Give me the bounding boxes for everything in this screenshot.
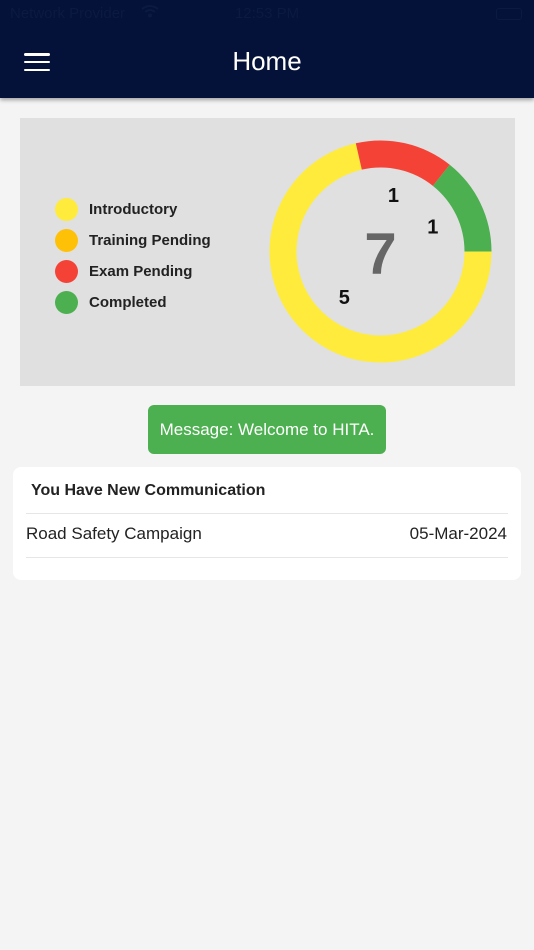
legend-label: Exam Pending [89,263,193,280]
status-bar: Network Provider 12:53 PM [0,0,534,28]
welcome-message: Message: Welcome to HITA. [148,405,386,454]
legend-color-dot [55,229,78,252]
donut-chart: 5 1 1 7 [269,140,492,363]
page-title: Home [232,46,302,76]
legend-color-dot [55,291,78,314]
legend-label: Training Pending [89,232,211,249]
donut-center-total: 7 [364,222,396,287]
donut-slice-completed [432,164,492,252]
donut-slice-exam-pending [355,140,450,186]
communication-item-date: 05-Mar-2024 [409,524,507,543]
app-header: Network Provider 12:53 PM Home [0,0,534,98]
donut-value-label: 5 [339,287,350,309]
communication-item-title: Road Safety Campaign [26,524,202,543]
donut-value-label: 1 [388,185,399,207]
legend-color-dot [55,260,78,283]
legend-item: Exam Pending [55,256,211,287]
legend-color-dot [55,198,78,221]
donut-value-label: 1 [427,216,438,238]
legend-item: Completed [55,287,211,318]
status-chart-card: Introductory Training Pending Exam Pending… [20,118,515,386]
divider [26,557,508,558]
legend-label: Introductory [89,201,178,218]
legend-item: Introductory [55,194,211,225]
legend-label: Completed [89,294,167,311]
legend-item: Training Pending [55,225,211,256]
communication-card: You Have New Communication Road Safety C… [13,467,521,580]
status-time: 12:53 PM [234,5,300,22]
chart-legend: Introductory Training Pending Exam Pending… [55,194,211,318]
battery-icon [496,8,522,20]
communication-item[interactable]: Road Safety Campaign 05-Mar-2024 [26,524,507,544]
communication-title: You Have New Communication [31,482,266,499]
divider [26,513,508,514]
